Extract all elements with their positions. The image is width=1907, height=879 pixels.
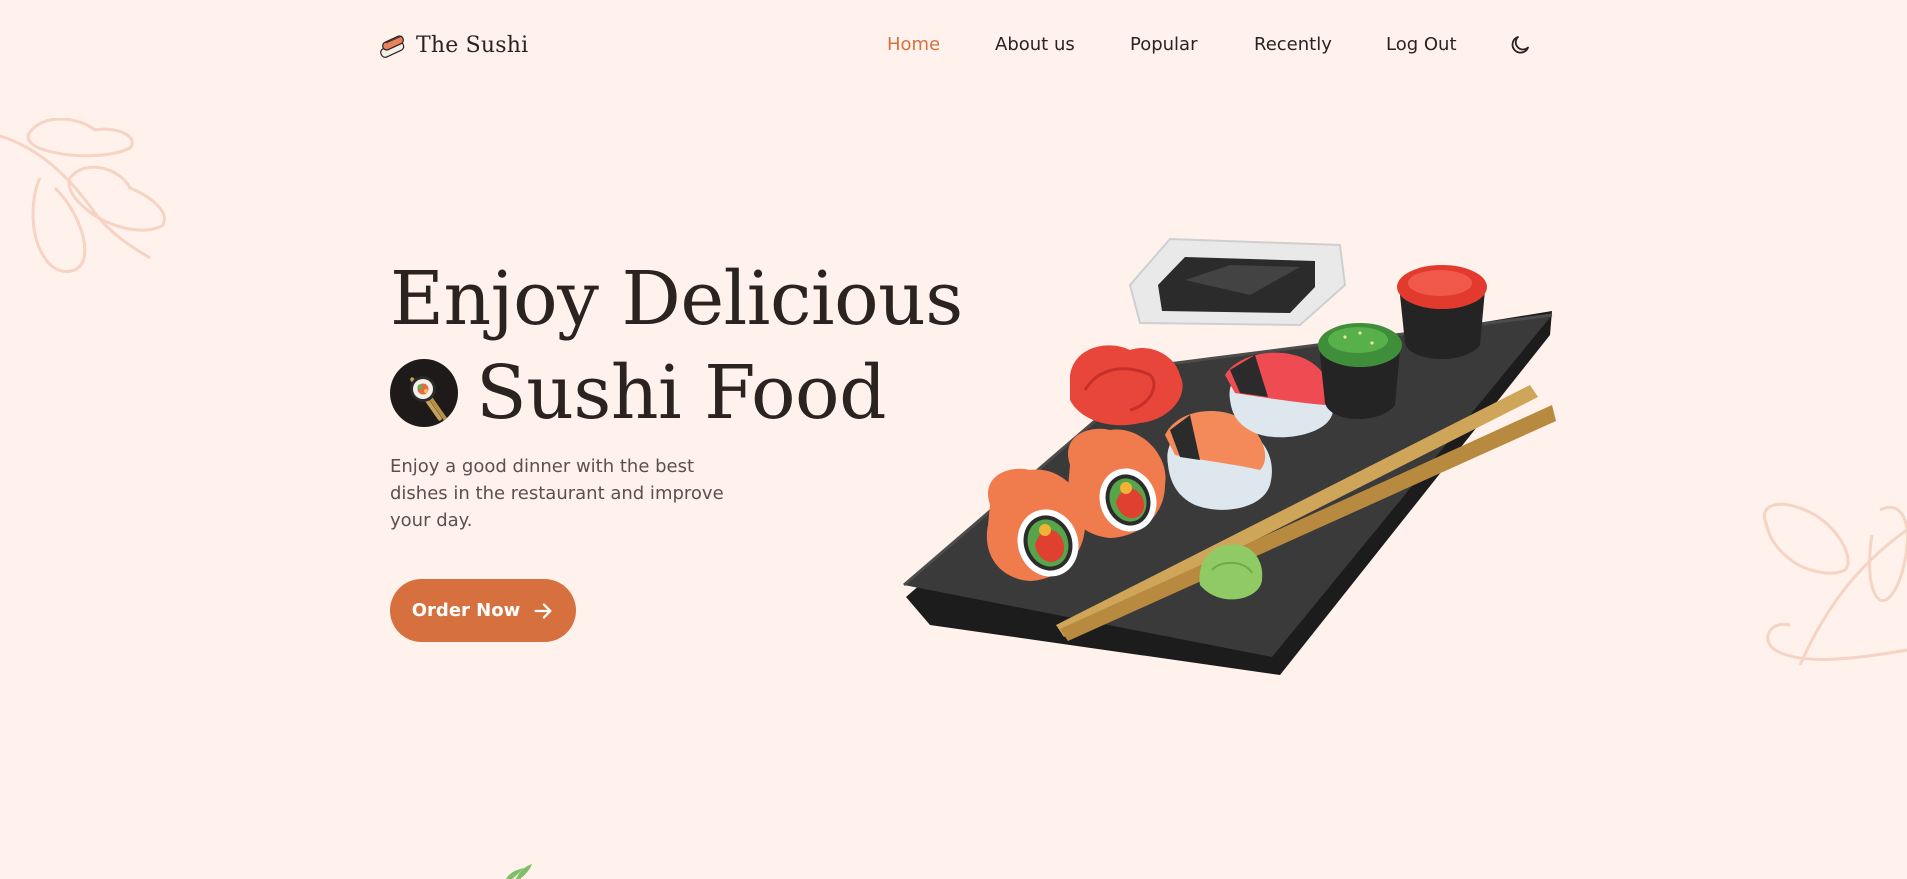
site-header: The Sushi Home About us Popular Recently… — [0, 0, 1907, 90]
hero-title: Enjoy Delicious Sushi Food — [390, 252, 963, 440]
order-now-button[interactable]: Order Now — [390, 579, 576, 642]
brand-name: The Sushi — [416, 32, 529, 58]
hero-description: Enjoy a good dinner with the best dishes… — [390, 456, 724, 531]
brand-logo[interactable]: The Sushi — [378, 30, 528, 60]
hero-title-text-1: Enjoy Delicious — [390, 256, 963, 342]
gunkan-seaweed — [1318, 323, 1402, 420]
hero-title-line-1: Enjoy Delicious — [390, 252, 963, 346]
hero-title-line-2: Sushi Food — [390, 346, 963, 440]
sushi-roll-icon — [390, 359, 458, 427]
leaf-sprout-icon — [506, 864, 532, 879]
nav-link-log-out[interactable]: Log Out — [1386, 30, 1457, 60]
page: The Sushi Home About us Popular Recently… — [0, 0, 1907, 879]
leaf-decoration-icon — [1763, 502, 1907, 665]
nav-link-home[interactable]: Home — [887, 30, 940, 60]
moon-icon[interactable] — [1508, 33, 1532, 57]
order-now-label: Order Now — [411, 600, 521, 621]
leaf-decoration-icon — [0, 118, 166, 273]
nav-link-recently[interactable]: Recently — [1254, 30, 1332, 60]
gunkan-roe — [1397, 265, 1487, 360]
sushi-platter-illustration — [903, 237, 1556, 675]
nav-link-popular[interactable]: Popular — [1130, 30, 1198, 60]
sushi-logo-icon — [380, 35, 405, 58]
hero-title-text-2: Sushi Food — [476, 350, 886, 436]
nav-link-about-us[interactable]: About us — [995, 30, 1075, 60]
arrow-right-icon — [534, 602, 552, 619]
